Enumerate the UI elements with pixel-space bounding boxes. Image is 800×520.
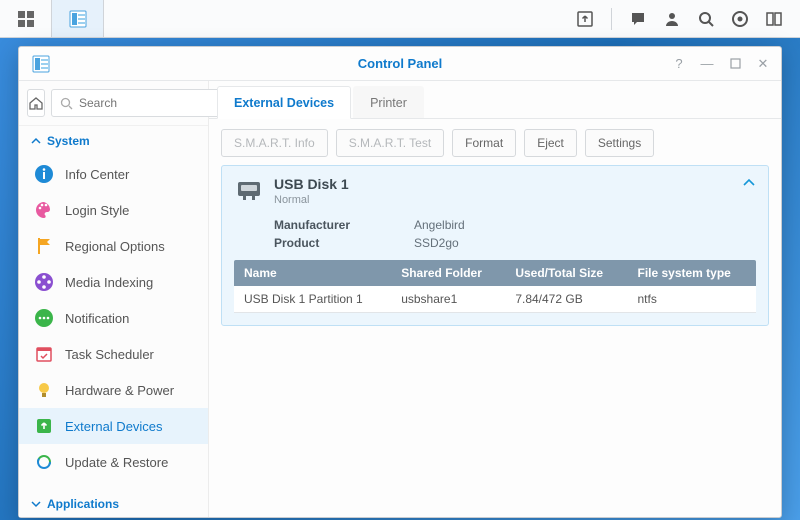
panels-icon[interactable] [764,9,784,29]
toolbar: S.M.A.R.T. Info S.M.A.R.T. Test Format E… [209,119,781,165]
sidebar-item-info-center[interactable]: Info Center [19,156,208,192]
chevron-up-icon [31,136,41,146]
sidebar-item-update-restore[interactable]: Update & Restore [19,444,208,480]
partition-shared: usbshare1 [391,286,505,313]
search-icon [60,97,73,110]
help-button[interactable]: ? [671,56,687,72]
refresh-icon [33,451,55,473]
chevron-down-icon [31,499,41,509]
minimize-button[interactable]: — [699,56,715,72]
film-icon [33,271,55,293]
palette-icon [33,199,55,221]
app-icon [27,50,55,78]
bulb-icon [33,379,55,401]
sidebar-item-task-scheduler[interactable]: Task Scheduler [19,336,208,372]
chat-bubble-icon [33,307,55,329]
smart-test-button[interactable]: S.M.A.R.T. Test [336,129,444,157]
sidebar-item-media-indexing[interactable]: Media Indexing [19,264,208,300]
product-label: Product [274,236,414,250]
sidebar-item-label: Media Indexing [65,275,153,290]
tab-external-devices[interactable]: External Devices [217,86,351,119]
table-row[interactable]: USB Disk 1 Partition 1 usbshare1 7.84/47… [234,286,756,313]
col-name: Name [234,260,391,286]
sidebar-item-login-style[interactable]: Login Style [19,192,208,228]
category-applications-toggle[interactable]: Applications [19,489,208,517]
sidebar-item-hardware-power[interactable]: Hardware & Power [19,372,208,408]
format-button[interactable]: Format [452,129,516,157]
category-system-toggle[interactable]: System [19,126,208,154]
chat-icon[interactable] [628,9,648,29]
collapse-button[interactable] [742,176,756,190]
taskbar-apps-button[interactable] [0,0,52,37]
manufacturer-value: Angelbird [414,218,465,232]
settings-button[interactable]: Settings [585,129,654,157]
category-label: Applications [47,497,119,511]
upload-icon[interactable] [575,9,595,29]
eject-button[interactable]: Eject [524,129,577,157]
tab-printer[interactable]: Printer [353,86,424,118]
sidebar-item-label: Regional Options [65,239,165,254]
tab-bar: External Devices Printer [209,81,781,119]
disk-status: Normal [274,194,349,206]
smart-info-button[interactable]: S.M.A.R.T. Info [221,129,328,157]
partition-table: Name Shared Folder Used/Total Size File … [234,260,756,313]
category-label: System [47,134,90,148]
product-value: SSD2go [414,236,459,250]
partition-fs: ntfs [627,286,756,313]
sidebar-item-label: External Devices [65,419,163,434]
manufacturer-label: Manufacturer [274,218,414,232]
sidebar: System Info Center Login Style Regional … [19,81,209,517]
info-icon [33,163,55,185]
close-button[interactable]: ✕ [755,56,771,72]
control-panel-window: Control Panel ? — ✕ System [18,46,782,518]
sidebar-item-label: Update & Restore [65,455,168,470]
calendar-icon [33,343,55,365]
disk-card: USB Disk 1 Normal Manufacturer Angelbird [221,165,769,326]
taskbar-control-panel-button[interactable] [52,0,104,37]
sidebar-item-label: Info Center [65,167,129,182]
partition-size: 7.84/472 GB [505,286,627,313]
window-title: Control Panel [19,56,781,71]
partition-name: USB Disk 1 Partition 1 [234,286,391,313]
home-button[interactable] [27,89,45,117]
sidebar-item-regional-options[interactable]: Regional Options [19,228,208,264]
sidebar-item-label: Login Style [65,203,129,218]
user-icon[interactable] [662,9,682,29]
col-size: Used/Total Size [505,260,627,286]
sidebar-item-notification[interactable]: Notification [19,300,208,336]
widgets-icon[interactable] [730,9,750,29]
sidebar-item-label: Hardware & Power [65,383,174,398]
disk-title: USB Disk 1 [274,176,349,192]
maximize-button[interactable] [727,56,743,72]
drive-icon [33,415,55,437]
content-area: External Devices Printer S.M.A.R.T. Info… [209,81,781,517]
sidebar-item-external-devices[interactable]: External Devices [19,408,208,444]
col-fs: File system type [627,260,756,286]
sidebar-item-label: Notification [65,311,129,326]
window-titlebar: Control Panel ? — ✕ [19,47,781,81]
os-taskbar [0,0,800,38]
search-icon[interactable] [696,9,716,29]
external-disk-icon [234,176,264,206]
sidebar-item-label: Task Scheduler [65,347,154,362]
col-shared: Shared Folder [391,260,505,286]
flag-icon [33,235,55,257]
